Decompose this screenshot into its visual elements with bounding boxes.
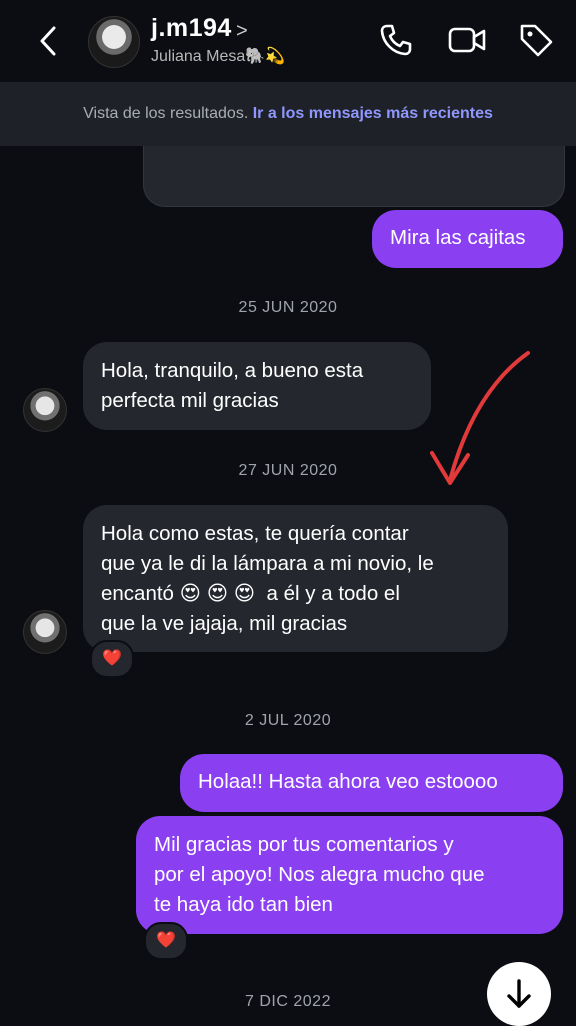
back-icon[interactable]	[34, 24, 62, 58]
message-outgoing[interactable]: Holaa!! Hasta ahora veo estoooo	[180, 754, 563, 812]
heart-reaction[interactable]: ❤️	[90, 640, 134, 678]
contact-avatar[interactable]	[23, 388, 67, 432]
phone-icon[interactable]	[378, 22, 414, 58]
chat-header: j.m194 > Juliana Mesa🐘💫	[0, 0, 576, 82]
message-outgoing[interactable]: Mil gracias por tus comentarios y por el…	[136, 816, 563, 934]
video-icon[interactable]	[447, 22, 487, 58]
scroll-to-bottom-button[interactable]	[487, 962, 551, 1026]
arrow-down-icon	[507, 979, 531, 1008]
recent-messages-link[interactable]: Ir a los mensajes más recientes	[253, 105, 493, 122]
banner-text: Vista de los resultados.	[83, 105, 249, 122]
chevron-right-icon[interactable]: >	[236, 20, 248, 43]
contact-username[interactable]: j.m194	[151, 14, 232, 43]
search-results-banner: Vista de los resultados. Ir a los mensaj…	[0, 82, 576, 146]
tag-icon[interactable]	[518, 22, 554, 58]
shared-content-bubble[interactable]	[143, 146, 565, 207]
contact-avatar[interactable]	[23, 610, 67, 654]
annotation-arrow	[430, 351, 530, 485]
message-incoming[interactable]: Hola, tranquilo, a bueno esta perfecta m…	[83, 342, 431, 430]
message-outgoing[interactable]: Mira las cajitas	[372, 210, 563, 268]
message-incoming[interactable]: Hola como estas, te quería contar que ya…	[83, 505, 508, 652]
contact-fullname: Juliana Mesa🐘💫	[151, 48, 286, 65]
avatar[interactable]	[88, 16, 140, 68]
date-separator: 25 JUN 2020	[238, 299, 338, 316]
heart-reaction[interactable]: ❤️	[144, 922, 188, 960]
date-separator: 2 JUL 2020	[244, 712, 332, 729]
